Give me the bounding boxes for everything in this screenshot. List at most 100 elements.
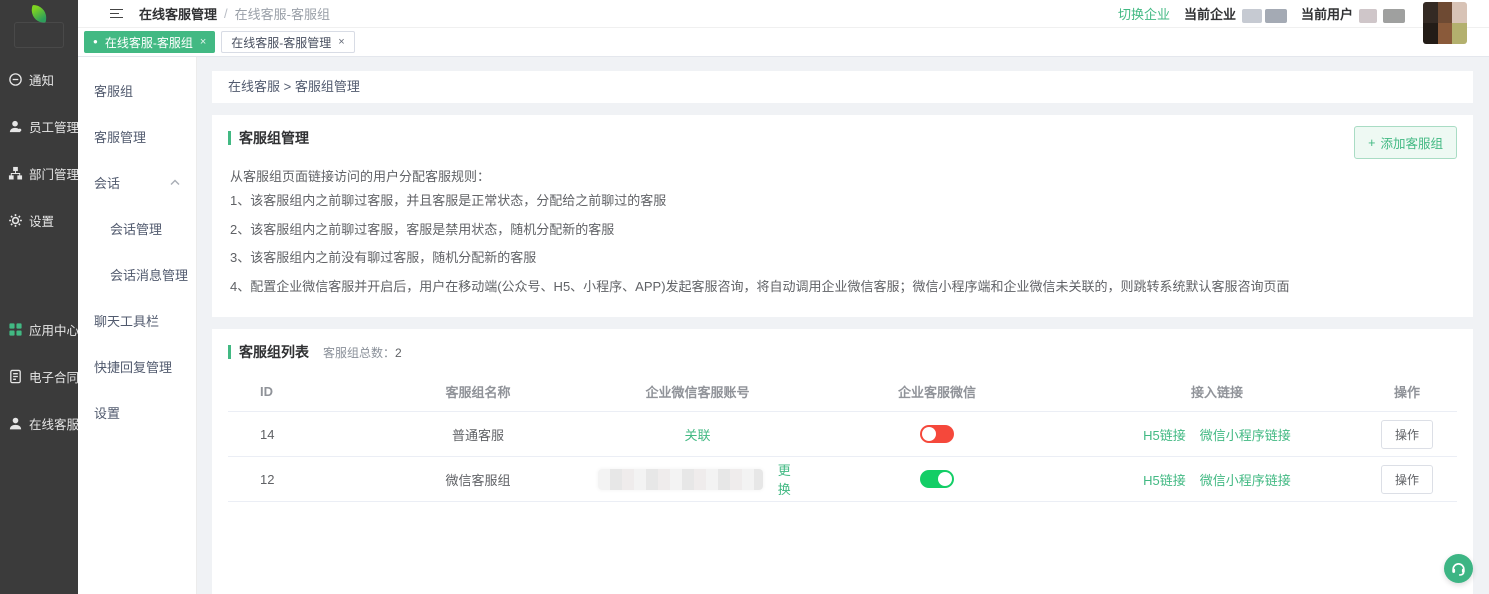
logo-redacted-area <box>14 22 64 48</box>
change-link[interactable]: 更换 <box>771 460 797 498</box>
submenu-item-quick-reply[interactable]: 快捷回复管理 <box>78 343 196 389</box>
app-logo[interactable] <box>0 0 78 56</box>
service-group-list-card: 客服组列表 客服组总数：2 ID 客服组名称 企业微信客服账号 企业客服微信 接… <box>212 329 1473 594</box>
sidebar-item-notifications[interactable]: 通知 <box>0 56 78 103</box>
rule-item: 3、该客服组内之前没有聊过客服，随机分配新的客服 <box>230 244 1457 273</box>
notification-icon <box>8 72 23 87</box>
service-group-manage-card: 客服组管理 + 添加客服组 从客服组页面链接访问的用户分配客服规则： 1、该客服… <box>212 115 1473 317</box>
table-row: 14 普通客服 关联 H5链接 微信小程序链接 操作 <box>228 412 1457 457</box>
group-total: 客服组总数：2 <box>323 344 402 361</box>
service-icon <box>8 416 23 431</box>
tab-label: 在线客服-客服管理 <box>231 34 331 51</box>
cell-id: 14 <box>228 427 358 442</box>
col-header-links: 接入链接 <box>1077 382 1357 401</box>
user-name-redacted <box>1359 9 1377 23</box>
sidebar-item-label: 在线客服 <box>29 414 79 433</box>
breadcrumb-current: 在线客服-客服组 <box>235 4 330 23</box>
app-window: 通知 员工管理 部门管理 设置 应用中心 电子合同 在线客服 <box>0 0 1489 594</box>
gear-icon <box>8 213 23 228</box>
col-header-id: ID <box>228 384 358 399</box>
chevron-up-icon <box>170 179 180 186</box>
submenu-item-chat-toolbar[interactable]: 聊天工具栏 <box>78 297 196 343</box>
department-icon <box>8 166 23 181</box>
active-dot-icon: ● <box>93 38 98 46</box>
card-title: 客服组列表 <box>239 342 309 362</box>
sidebar-item-app-center[interactable]: 应用中心 <box>0 306 78 353</box>
headset-icon <box>1450 560 1467 577</box>
toggle-knob <box>922 427 936 441</box>
service-group-table: ID 客服组名称 企业微信客服账号 企业客服微信 接入链接 操作 14 普通客服… <box>228 372 1457 502</box>
card-title: 客服组管理 <box>239 128 309 148</box>
tab-bar: ● 在线客服-客服组 × 在线客服-客服管理 × <box>78 28 1489 57</box>
sidebar-item-departments[interactable]: 部门管理 <box>0 150 78 197</box>
plus-icon: + <box>1368 136 1375 150</box>
right-column: 在线客服管理 / 在线客服-客服组 切换企业 当前企业 当前用户 ● 在线客服-… <box>78 0 1489 594</box>
wechat-toggle[interactable] <box>920 470 954 488</box>
secondary-sidebar: 客服组 客服管理 会话 会话管理 会话消息管理 聊天工具栏 快捷回复管理 设置 <box>78 57 196 594</box>
sidebar-item-label: 员工管理 <box>29 117 79 136</box>
account-redacted <box>598 469 763 490</box>
customer-service-float-button[interactable] <box>1444 554 1473 583</box>
leaf-logo-icon <box>30 5 49 24</box>
apps-icon <box>8 322 23 337</box>
close-tab-icon[interactable]: × <box>338 36 344 48</box>
col-header-account: 企业微信客服账号 <box>598 382 797 401</box>
sidebar-item-label: 应用中心 <box>29 320 79 339</box>
submenu-item-service-manage[interactable]: 客服管理 <box>78 113 196 159</box>
switch-company-link[interactable]: 切换企业 <box>1118 4 1170 23</box>
topbar: 在线客服管理 / 在线客服-客服组 切换企业 当前企业 当前用户 <box>78 0 1489 28</box>
row-action-button[interactable]: 操作 <box>1381 420 1433 449</box>
user-avatar[interactable] <box>1423 2 1467 44</box>
main-content: 在线客服 > 客服组管理 客服组管理 + 添加客服组 从客服组页面链接访问的用户… <box>196 57 1489 594</box>
page-breadcrumb: 在线客服 > 客服组管理 <box>212 71 1473 103</box>
submenu-item-session[interactable]: 会话 <box>78 159 196 205</box>
breadcrumb-root[interactable]: 在线客服管理 <box>139 4 217 23</box>
submenu-item-service-group[interactable]: 客服组 <box>78 67 196 113</box>
collapse-menu-icon[interactable] <box>110 9 123 19</box>
add-service-group-button[interactable]: + 添加客服组 <box>1354 126 1457 159</box>
company-name-redacted <box>1242 9 1262 23</box>
tab-service-manage[interactable]: 在线客服-客服管理 × <box>221 31 354 53</box>
close-tab-icon[interactable]: × <box>200 36 206 48</box>
rule-item: 1、该客服组内之前聊过客服，并且客服是正常状态，分配给之前聊过的客服 <box>230 187 1457 216</box>
topbar-right: 切换企业 当前企业 当前用户 <box>1118 4 1405 23</box>
table-row: 12 微信客服组 更换 H5链接 微信小程序链接 操作 <box>228 457 1457 502</box>
rule-item: 4、配置企业微信客服并开启后，用户在移动端(公众号、H5、小程序、APP)发起客… <box>230 273 1457 302</box>
row-action-button[interactable]: 操作 <box>1381 465 1433 494</box>
h5-link[interactable]: H5链接 <box>1143 470 1186 489</box>
sidebar-item-employees[interactable]: 员工管理 <box>0 103 78 150</box>
contract-icon <box>8 369 23 384</box>
miniprogram-link[interactable]: 微信小程序链接 <box>1200 470 1291 489</box>
cell-name: 微信客服组 <box>358 470 598 489</box>
body: 客服组 客服管理 会话 会话管理 会话消息管理 聊天工具栏 快捷回复管理 设置 … <box>78 57 1489 594</box>
col-header-action: 操作 <box>1357 382 1457 401</box>
employee-icon <box>8 119 23 134</box>
cell-name: 普通客服 <box>358 425 598 444</box>
title-accent-bar <box>228 131 231 145</box>
sidebar-item-label: 设置 <box>29 211 54 230</box>
col-header-wechat: 企业客服微信 <box>797 382 1077 401</box>
associate-link[interactable]: 关联 <box>684 425 710 444</box>
sidebar-item-e-contract[interactable]: 电子合同 <box>0 353 78 400</box>
current-company: 当前企业 <box>1184 4 1287 23</box>
sidebar-item-settings[interactable]: 设置 <box>0 197 78 244</box>
sidebar-item-label: 电子合同 <box>29 367 79 386</box>
sidebar-item-label: 通知 <box>29 70 54 89</box>
rules-intro: 从客服组页面链接访问的用户分配客服规则： <box>230 166 1457 185</box>
col-header-name: 客服组名称 <box>358 382 598 401</box>
cell-id: 12 <box>228 472 358 487</box>
submenu-item-settings[interactable]: 设置 <box>78 389 196 435</box>
current-user: 当前用户 <box>1301 4 1405 23</box>
tab-label: 在线客服-客服组 <box>105 34 193 51</box>
miniprogram-link[interactable]: 微信小程序链接 <box>1200 425 1291 444</box>
wechat-toggle[interactable] <box>920 425 954 443</box>
submenu-item-session-manage[interactable]: 会话管理 <box>78 205 196 251</box>
submenu-item-session-message[interactable]: 会话消息管理 <box>78 251 196 297</box>
sidebar-item-online-service[interactable]: 在线客服 <box>0 400 78 447</box>
sidebar-item-label: 部门管理 <box>29 164 79 183</box>
h5-link[interactable]: H5链接 <box>1143 425 1186 444</box>
toggle-knob <box>938 472 952 486</box>
breadcrumb-separator: / <box>224 6 228 21</box>
tab-service-group[interactable]: ● 在线客服-客服组 × <box>84 31 215 53</box>
rule-item: 2、该客服组内之前聊过客服，客服是禁用状态，随机分配新的客服 <box>230 216 1457 245</box>
